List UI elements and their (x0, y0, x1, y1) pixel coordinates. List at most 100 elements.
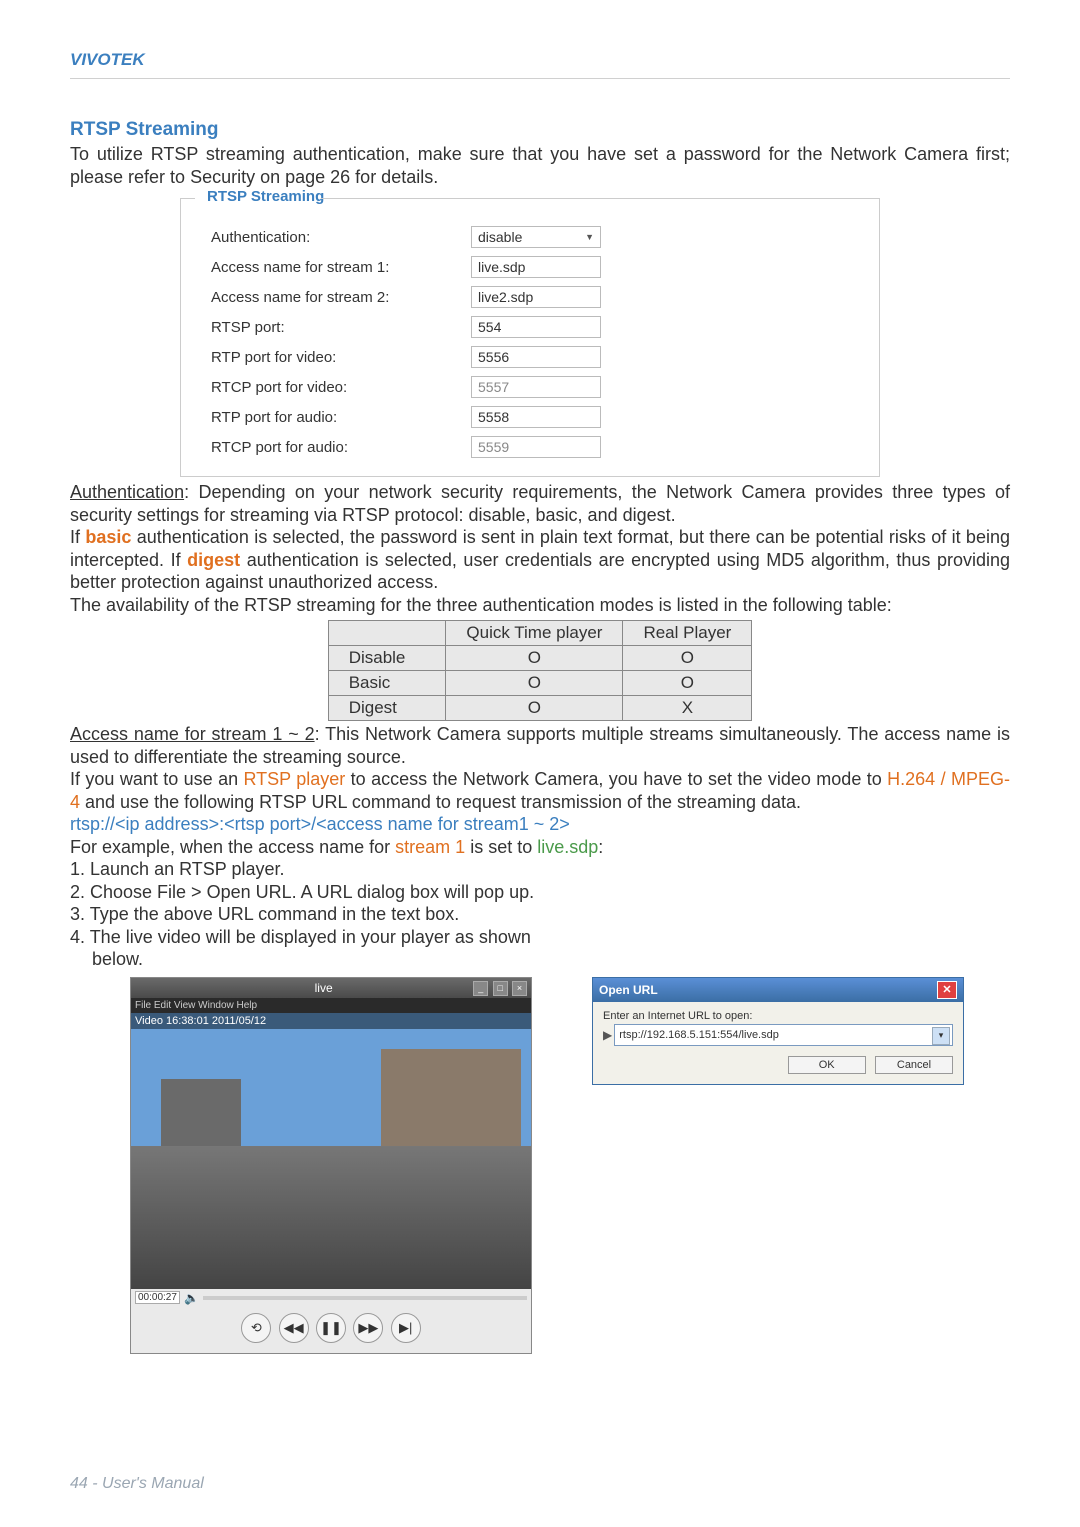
pause-button[interactable]: ❚❚ (316, 1313, 346, 1343)
auth-basic: basic (85, 527, 131, 547)
player-menubar[interactable]: File Edit View Window Help (131, 998, 531, 1013)
live-sdp: live.sdp (537, 837, 598, 857)
access-text-c1: If you want to use an (70, 769, 244, 789)
col-quicktime: Quick Time player (446, 621, 623, 646)
arrow-icon: ▶ (603, 1028, 612, 1042)
col-realplayer: Real Player (623, 621, 752, 646)
table-row: Disable O O (328, 646, 752, 671)
input-stream1[interactable]: live.sdp (471, 256, 601, 278)
row-disable: Disable (328, 646, 446, 671)
row-rtp-video: RTP port for video: 5556 (211, 346, 849, 368)
dialog-label: Enter an Internet URL to open: (603, 1010, 953, 1022)
example-1: For example, when the access name for (70, 837, 395, 857)
cancel-button[interactable]: Cancel (875, 1056, 953, 1074)
label-rtsp-port: RTSP port: (211, 319, 471, 336)
auth-text-2a: If (70, 527, 85, 547)
ok-button[interactable]: OK (788, 1056, 866, 1074)
input-rtp-audio[interactable]: 5558 (471, 406, 601, 428)
label-stream2: Access name for stream 2: (211, 289, 471, 306)
player-controls: ⟲ ◀◀ ❚❚ ▶▶ ▶| (131, 1307, 531, 1353)
step-1: 1. Launch an RTSP player. (70, 858, 1010, 881)
row-rtcp-audio: RTCP port for audio: 5559 (211, 436, 849, 458)
dialog-titlebar: Open URL ✕ (593, 978, 963, 1002)
row-rtsp-port: RTSP port: 554 (211, 316, 849, 338)
dialog-body: Enter an Internet URL to open: ▶ rtsp://… (593, 1002, 963, 1084)
input-rtp-video[interactable]: 5556 (471, 346, 601, 368)
timecode: 00:00:27 (135, 1291, 180, 1304)
compat-table: Quick Time player Real Player Disable O … (328, 620, 753, 721)
url-row: ▶ rtsp://192.168.5.151:554/live.sdp (603, 1024, 953, 1046)
cell: O (446, 646, 623, 671)
access-underline: Access name for stream 1 ~ 2 (70, 724, 315, 744)
building-graphic-2 (161, 1079, 241, 1149)
road-graphic (131, 1146, 531, 1289)
player-titlebar: live _ □ × (131, 978, 531, 998)
forward-button[interactable]: ▶▶ (353, 1313, 383, 1343)
input-rtcp-video: 5557 (471, 376, 601, 398)
authentication-dropdown[interactable]: disable (471, 226, 601, 248)
auth-paragraph: Authentication: Depending on your networ… (70, 481, 1010, 616)
page: VIVOTEK RTSP Streaming To utilize RTSP s… (0, 0, 1080, 1527)
player-timebar: 00:00:27 🔈 (131, 1289, 531, 1307)
row-basic: Basic (328, 671, 446, 696)
label-authentication: Authentication: (211, 229, 471, 246)
row-stream1: Access name for stream 1: live.sdp (211, 256, 849, 278)
input-stream2[interactable]: live2.sdp (471, 286, 601, 308)
label-rtcp-video: RTCP port for video: (211, 379, 471, 396)
rtsp-player-window: live _ □ × File Edit View Window Help Vi… (130, 977, 532, 1354)
label-stream1: Access name for stream 1: (211, 259, 471, 276)
rewind-button[interactable]: ◀◀ (279, 1313, 309, 1343)
intro-text: To utilize RTSP streaming authentication… (70, 143, 1010, 188)
access-text-c2: to access the Network Camera, you have t… (345, 769, 887, 789)
step-4a: 4. The live video will be displayed in y… (70, 926, 1010, 949)
cell: O (446, 671, 623, 696)
cell: O (623, 646, 752, 671)
maximize-icon[interactable]: □ (493, 981, 508, 996)
example-2: is set to (465, 837, 537, 857)
input-rtcp-audio: 5559 (471, 436, 601, 458)
access-text-c3: and use the following RTSP URL command t… (80, 792, 801, 812)
steps: 1. Launch an RTSP player. 2. Choose File… (70, 858, 1010, 971)
rtsp-form: RTSP Streaming Authentication: disable A… (180, 198, 880, 477)
example-3: : (598, 837, 603, 857)
form-legend: RTSP Streaming (201, 188, 330, 205)
skip-back-button[interactable]: ⟲ (241, 1313, 271, 1343)
volume-slider[interactable] (203, 1296, 527, 1300)
row-digest: Digest (328, 696, 446, 721)
access-paragraph: Access name for stream 1 ~ 2: This Netwo… (70, 723, 1010, 858)
label-rtcp-audio: RTCP port for audio: (211, 439, 471, 456)
label-rtp-audio: RTP port for audio: (211, 409, 471, 426)
label-rtp-video: RTP port for video: (211, 349, 471, 366)
cell: O (446, 696, 623, 721)
video-overlay: Video 16:38:01 2011/05/12 (131, 1013, 531, 1029)
step-3: 3. Type the above URL command in the tex… (70, 903, 1010, 926)
step-2: 2. Choose File > Open URL. A URL dialog … (70, 881, 1010, 904)
speaker-icon[interactable]: 🔈 (184, 1291, 199, 1305)
close-icon[interactable]: ✕ (937, 981, 957, 999)
building-graphic (381, 1049, 521, 1159)
section-title: RTSP Streaming (70, 119, 1010, 141)
row-rtp-audio: RTP port for audio: 5558 (211, 406, 849, 428)
url-input[interactable]: rtsp://192.168.5.151:554/live.sdp (614, 1024, 953, 1046)
stream1: stream 1 (395, 837, 465, 857)
table-row: Digest O X (328, 696, 752, 721)
auth-digest: digest (187, 550, 240, 570)
window-buttons: _ □ × (472, 980, 527, 996)
dialog-title: Open URL (599, 983, 658, 997)
video-area (131, 1029, 531, 1289)
auth-text-1: : Depending on your network security req… (70, 482, 1010, 525)
dialog-buttons: OK Cancel (603, 1056, 953, 1074)
skip-end-button[interactable]: ▶| (391, 1313, 421, 1343)
open-url-dialog: Open URL ✕ Enter an Internet URL to open… (592, 977, 964, 1085)
minimize-icon[interactable]: _ (473, 981, 488, 996)
row-authentication: Authentication: disable (211, 226, 849, 248)
step-4b: below. (70, 948, 1010, 971)
close-icon[interactable]: × (512, 981, 527, 996)
row-stream2: Access name for stream 2: live2.sdp (211, 286, 849, 308)
row-rtcp-video: RTCP port for video: 5557 (211, 376, 849, 398)
input-rtsp-port[interactable]: 554 (471, 316, 601, 338)
url-template: rtsp://<ip address>:<rtsp port>/<access … (70, 814, 570, 834)
rtsp-player: RTSP player (244, 769, 346, 789)
page-header: VIVOTEK (70, 50, 1010, 79)
auth-text-3: The availability of the RTSP streaming f… (70, 595, 892, 615)
